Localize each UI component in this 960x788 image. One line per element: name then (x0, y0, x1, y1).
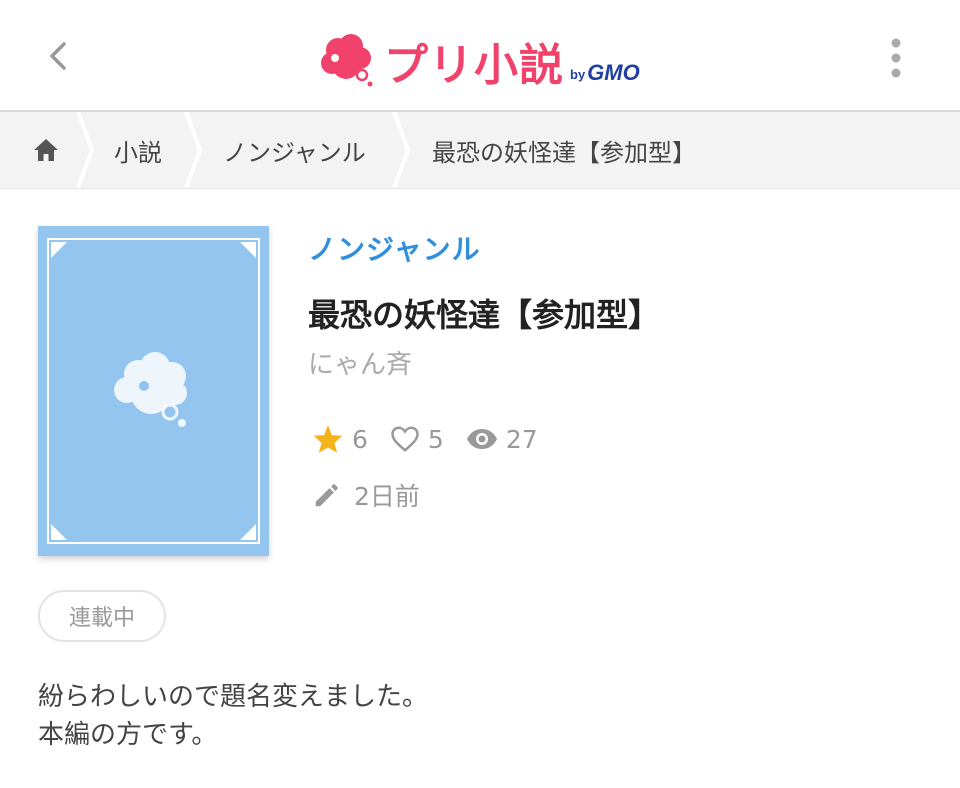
genre-link[interactable]: ノンジャンル (308, 228, 481, 268)
views-stat: 27 (466, 425, 538, 454)
app-header: プリ小説 by GMO (0, 0, 960, 112)
cover-decoration (51, 242, 256, 540)
chevron-left-icon (50, 42, 66, 70)
stars-count: 6 (352, 424, 368, 454)
pencil-icon (315, 484, 338, 507)
updated-row: 2日前 (312, 478, 420, 512)
description: 紛らわしいので題名変えました。 本編の方です。 (38, 678, 428, 754)
breadcrumb-separator (76, 112, 95, 188)
star-icon (313, 425, 343, 453)
eye-icon (466, 429, 497, 449)
stats-row: 6 5 27 (312, 422, 560, 456)
likes-count: 5 (427, 424, 444, 454)
logo-gmo: GMO (587, 60, 640, 85)
likes-stat: 5 (390, 425, 444, 454)
description-line: 紛らわしいので題名変えました。 (38, 682, 429, 712)
logo-text: プリ小説 (384, 40, 564, 91)
app-logo[interactable]: プリ小説 by GMO (318, 26, 640, 88)
description-line: 本編の方です。 (38, 720, 218, 750)
home-icon (34, 139, 58, 161)
breadcrumb-home[interactable] (26, 112, 66, 188)
breadcrumb-separator (392, 112, 411, 188)
author-link[interactable]: にゃん斉 (308, 344, 412, 381)
back-button[interactable] (36, 30, 80, 82)
heart-icon (391, 426, 419, 452)
logo-by: by (570, 67, 586, 82)
novel-title: 最恐の妖怪達【参加型】 (308, 296, 661, 334)
updated-time: 2日前 (354, 482, 420, 511)
novel-cover[interactable] (38, 226, 269, 556)
status-badge: 連載中 (38, 590, 166, 642)
views-count: 27 (505, 424, 538, 454)
breadcrumb-item-novel[interactable]: 小説 (114, 112, 162, 188)
breadcrumb: 小説 ノンジャンル 最恐の妖怪達【参加型】 (0, 112, 960, 189)
more-menu-button[interactable] (872, 28, 920, 88)
breadcrumb-item-current: 最恐の妖怪達【参加型】 (432, 138, 696, 167)
breadcrumb-separator (184, 112, 203, 188)
cloud-logo-icon (321, 34, 373, 87)
breadcrumb-item-genre[interactable]: ノンジャンル (223, 112, 366, 188)
more-vertical-icon (891, 38, 901, 78)
stars-stat: 6 (312, 424, 368, 454)
